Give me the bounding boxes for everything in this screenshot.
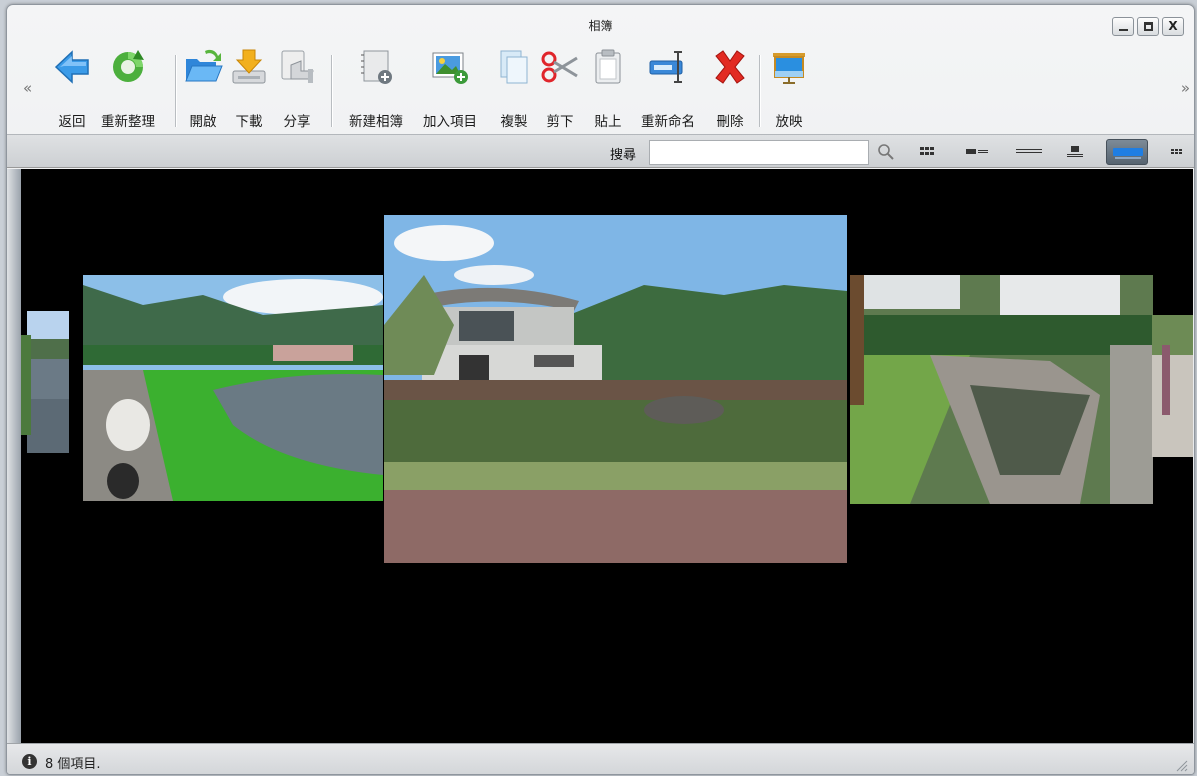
grid-view-button[interactable] (906, 139, 948, 165)
back-arrow-icon (52, 47, 92, 87)
status-bar: i 8 個項目. (7, 743, 1194, 774)
refresh-button[interactable]: 重新整理 (91, 41, 165, 131)
refresh-label: 重新整理 (101, 114, 155, 130)
copy-button[interactable]: 複製 (491, 41, 537, 131)
detail-view-button[interactable] (956, 139, 998, 165)
minimize-button[interactable] (1112, 17, 1134, 36)
toolbar-separator (331, 55, 333, 127)
refresh-icon (108, 47, 148, 87)
photo-thumbnail[interactable] (850, 275, 1153, 504)
rename-button[interactable]: 重新命名 (629, 41, 707, 131)
photo-thumbnail[interactable] (21, 335, 31, 435)
add-photo-icon (430, 47, 470, 87)
list-view-icon (1016, 149, 1042, 153)
album-window: 相簿 X « 返回 重新整理 開啟 下載 分享 新建相簿 加入項目 複製 剪下 … (6, 4, 1195, 775)
share-icon (277, 47, 317, 87)
cut-button[interactable]: 剪下 (537, 41, 583, 131)
scissors-icon (540, 47, 580, 87)
photo-thumbnail[interactable] (1152, 315, 1193, 457)
coverflow-view-icon (1113, 148, 1143, 159)
photo-thumbnail[interactable] (27, 311, 69, 453)
open-label: 開啟 (189, 114, 217, 130)
maximize-icon (1144, 22, 1153, 31)
share-button[interactable]: 分享 (273, 41, 321, 131)
window-title: 相簿 (588, 19, 613, 33)
search-input[interactable] (649, 140, 869, 165)
slideshow-icon (769, 47, 809, 87)
rename-icon (648, 47, 688, 87)
coverflow-viewer[interactable] (21, 169, 1193, 743)
close-icon: X (1168, 19, 1178, 33)
detail-view-icon (966, 149, 988, 154)
coverflow-view-button[interactable] (1106, 139, 1148, 165)
new-album-button[interactable]: 新建相簿 (339, 41, 413, 131)
new-album-label: 新建相簿 (349, 114, 403, 130)
small-grid-view-button[interactable] (1158, 139, 1194, 165)
grid-view-icon (920, 147, 934, 155)
window-controls: X (1112, 17, 1184, 36)
share-label: 分享 (283, 114, 311, 130)
list-view-button[interactable] (1008, 139, 1050, 165)
title-bar: 相簿 X (7, 5, 1194, 41)
slideshow-button[interactable]: 放映 (765, 41, 813, 131)
status-text: 8 個項目. (45, 757, 101, 772)
delete-button[interactable]: 刪除 (707, 41, 753, 131)
download-label: 下載 (235, 114, 263, 130)
photo-thumbnail[interactable] (384, 215, 847, 563)
tile-view-icon (1067, 146, 1083, 157)
toolbar-separator (759, 55, 761, 127)
delete-x-icon (710, 47, 750, 87)
search-bar: 搜尋 (7, 134, 1194, 168)
cut-label: 剪下 (546, 114, 574, 130)
open-button[interactable]: 開啟 (179, 41, 227, 131)
toolbar: « 返回 重新整理 開啟 下載 分享 新建相簿 加入項目 複製 剪下 貼上 重新… (7, 41, 1194, 133)
slideshow-label: 放映 (775, 114, 803, 130)
toolbar-separator (175, 55, 177, 127)
paste-button[interactable]: 貼上 (585, 41, 631, 131)
delete-label: 刪除 (716, 114, 744, 130)
small-grid-view-icon (1171, 149, 1182, 154)
tile-view-button[interactable] (1056, 139, 1098, 165)
minimize-icon (1119, 29, 1128, 31)
left-edge (7, 169, 21, 743)
download-button[interactable]: 下載 (225, 41, 273, 131)
rename-label: 重新命名 (641, 114, 695, 130)
copy-label: 複製 (500, 114, 528, 130)
search-icon[interactable] (877, 143, 895, 161)
copy-icon (494, 47, 534, 87)
add-item-label: 加入項目 (423, 114, 477, 130)
close-button[interactable]: X (1162, 17, 1184, 36)
scroll-right-icon[interactable]: » (1181, 79, 1190, 97)
scroll-left-icon[interactable]: « (23, 79, 32, 97)
add-item-button[interactable]: 加入項目 (413, 41, 487, 131)
paste-label: 貼上 (594, 114, 622, 130)
search-label: 搜尋 (610, 148, 637, 163)
open-folder-icon (183, 47, 223, 87)
clipboard-icon (588, 47, 628, 87)
maximize-button[interactable] (1137, 17, 1159, 36)
download-icon (229, 47, 269, 87)
info-icon: i (22, 754, 37, 769)
resize-grip-icon[interactable] (1174, 758, 1188, 772)
photo-thumbnail[interactable] (83, 275, 383, 501)
new-album-icon (356, 47, 396, 87)
